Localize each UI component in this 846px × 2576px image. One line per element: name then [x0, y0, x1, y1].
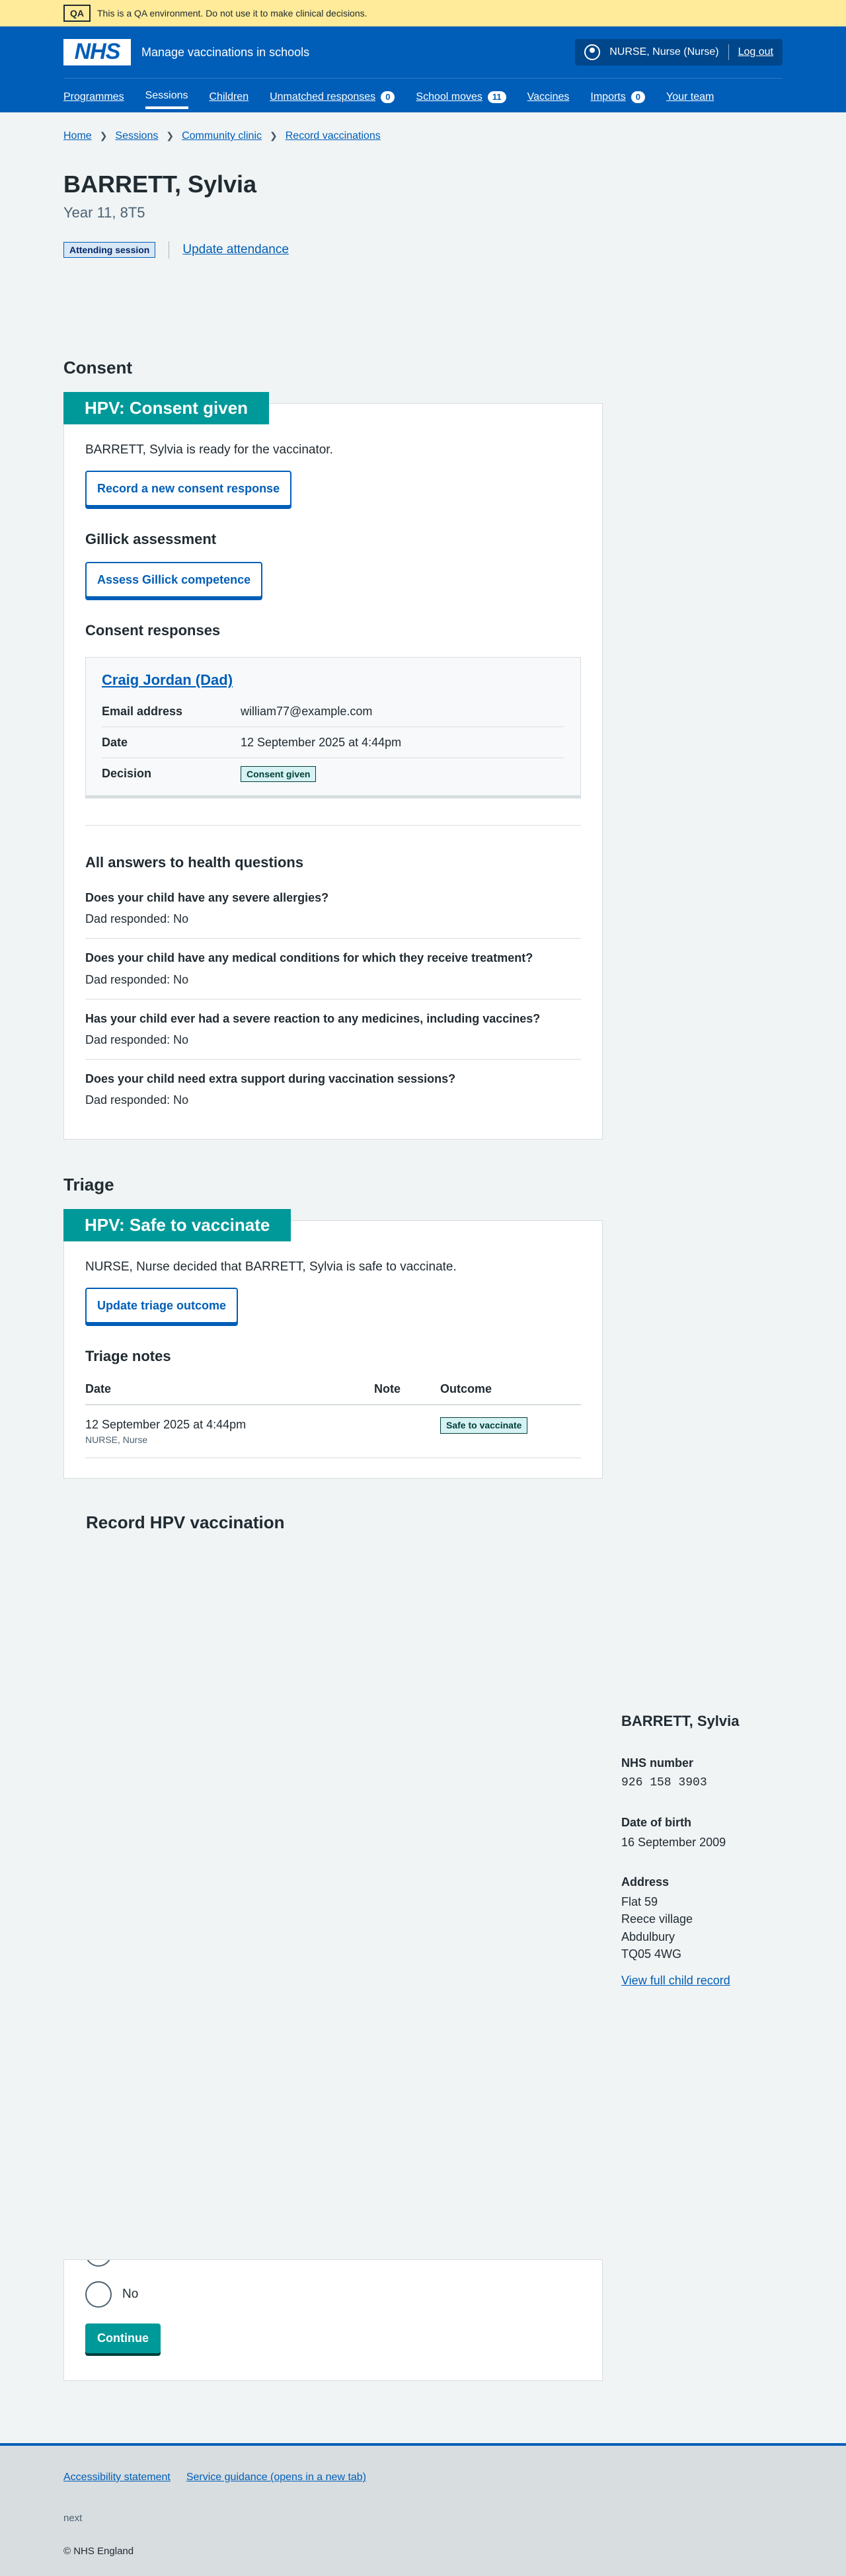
consent-responses-heading: Consent responses — [85, 622, 221, 639]
health-question: Does your child have any medical conditi… — [85, 939, 581, 999]
record-consent-button[interactable]: Record a new consent response — [85, 471, 292, 507]
account-divider — [728, 44, 729, 60]
triage-note — [374, 1405, 440, 1458]
child-summary-sidebar: BARRETT, Sylvia NHS number 926 158 3903 … — [621, 1711, 780, 1989]
nav-children[interactable]: Children — [210, 79, 249, 109]
consent-response-card: Craig Jordan (Dad) Email address william… — [85, 657, 581, 797]
consent-card-title: HPV: Consent given — [63, 391, 270, 425]
health-question: Has your child ever had a severe reactio… — [85, 999, 581, 1060]
breadcrumb-home[interactable]: Home — [63, 128, 92, 143]
date-value: 12 September 2025 at 4:44pm — [241, 736, 402, 749]
date-of-birth: 16 September 2009 — [621, 1836, 726, 1850]
chevron-right-icon: ❯ — [99, 130, 108, 141]
assess-gillick-button[interactable]: Assess Gillick competence — [85, 562, 263, 598]
summary-row: Decision Consent given — [102, 758, 564, 789]
health-question: Does your child need extra support durin… — [85, 1072, 456, 1107]
site-footer: Accessibility statement Service guidance… — [0, 2443, 846, 2576]
column-header: Outcome — [440, 1374, 581, 1406]
nav-your-team[interactable]: Your team — [666, 79, 714, 109]
chevron-right-icon: ❯ — [166, 130, 174, 141]
site-header: NHS Manage vaccinations in schools NURSE… — [0, 26, 846, 112]
primary-nav: Programmes Sessions Children Unmatched r… — [63, 78, 783, 112]
chevron-right-icon: ❯ — [270, 130, 278, 141]
breadcrumb-record-vaccinations[interactable]: Record vaccinations — [286, 128, 381, 143]
vaccination-form-card: No Continue — [63, 2259, 603, 2381]
radio-no[interactable]: No — [85, 2281, 138, 2308]
attendance-tag: Attending session — [63, 241, 156, 258]
triage-card-title: HPV: Safe to vaccinate — [63, 1208, 291, 1242]
radio-yes[interactable] — [85, 2260, 112, 2267]
outcome-tag: Safe to vaccinate — [440, 1417, 528, 1434]
respondent-name-link[interactable]: Craig Jordan (Dad) — [102, 670, 564, 691]
radio-circle[interactable] — [85, 2281, 112, 2308]
nav-programmes[interactable]: Programmes — [63, 79, 124, 109]
qa-tag: QA — [63, 4, 91, 22]
triage-status-text: NURSE, Nurse decided that BARRETT, Sylvi… — [85, 1259, 457, 1274]
radio-circle[interactable] — [85, 2260, 112, 2267]
record-vaccination-heading: Record HPV vaccination — [86, 1512, 285, 1532]
copyright: © NHS England — [63, 2545, 134, 2557]
nav-sessions[interactable]: Sessions — [145, 79, 188, 109]
triage-notes-table: Date Note Outcome 12 September 2025 at 4… — [85, 1374, 581, 1458]
nhs-logo[interactable]: NHS — [63, 39, 131, 65]
update-attendance-link[interactable]: Update attendance — [182, 241, 289, 259]
radio-label: No — [122, 2287, 139, 2302]
column-header: Date — [85, 1374, 374, 1406]
health-question: Does your child have any severe allergie… — [85, 878, 581, 939]
consent-card: HPV: Consent given BARRETT, Sylvia is re… — [63, 391, 603, 1140]
nhs-number: 926 158 3903 — [621, 1776, 707, 1789]
breadcrumb-sessions[interactable]: Sessions — [115, 128, 158, 143]
email-value: william77@example.com — [241, 704, 373, 718]
column-header: Note — [374, 1374, 440, 1406]
view-child-record-link[interactable]: View full child record — [621, 1974, 730, 1987]
breadcrumb: Home ❯ Sessions ❯ Community clinic ❯ Rec… — [63, 112, 783, 143]
triage-author: NURSE, Nurse — [85, 1434, 148, 1446]
account-panel: NURSE, Nurse (Nurse) Log out — [575, 39, 783, 65]
nav-vaccines[interactable]: Vaccines — [527, 79, 570, 109]
service-name[interactable]: Manage vaccinations in schools — [141, 44, 309, 61]
triage-notes-heading: Triage notes — [85, 1348, 171, 1365]
nav-imports[interactable]: Imports 0 — [590, 79, 645, 109]
decision-tag: Consent given — [241, 766, 317, 783]
gillick-heading: Gillick assessment — [85, 531, 217, 548]
divider — [85, 825, 581, 826]
address: Flat 59 Reece village Abdulbury TQ05 4WG — [621, 1895, 693, 1961]
triage-date: 12 September 2025 at 4:44pm — [85, 1418, 247, 1432]
summary-row: Date 12 September 2025 at 4:44pm — [102, 727, 564, 759]
accessibility-link[interactable]: Accessibility statement — [63, 2470, 171, 2485]
nav-unmatched-responses[interactable]: Unmatched responses 0 — [270, 79, 395, 109]
footer-meta: next — [63, 2513, 83, 2524]
patient-caption: Year 11, 8T5 — [63, 204, 145, 221]
count-badge: 0 — [381, 91, 395, 104]
user-name: NURSE, Nurse (Nurse) — [609, 46, 719, 58]
count-badge: 0 — [631, 91, 645, 104]
main-content: Home ❯ Sessions ❯ Community clinic ❯ Rec… — [63, 112, 783, 1535]
count-badge: 11 — [487, 91, 506, 104]
triage-card: HPV: Safe to vaccinate NURSE, Nurse deci… — [63, 1208, 603, 1479]
service-guidance-link[interactable]: Service guidance (opens in a new tab) — [186, 2470, 366, 2485]
qa-banner: QA This is a QA environment. Do not use … — [0, 0, 846, 26]
sidebar-child-name: BARRETT, Sylvia — [621, 1713, 740, 1729]
user-icon — [584, 44, 601, 60]
summary-row: Email address william77@example.com — [102, 696, 564, 727]
nav-school-moves[interactable]: School moves 11 — [416, 79, 506, 109]
logout-link[interactable]: Log out — [738, 44, 773, 59]
health-questions-heading: All answers to health questions — [85, 854, 304, 871]
update-triage-button[interactable]: Update triage outcome — [85, 1288, 239, 1324]
table-row: 12 September 2025 at 4:44pm NURSE, Nurse … — [85, 1405, 581, 1458]
qa-message: This is a QA environment. Do not use it … — [97, 7, 367, 19]
consent-heading: Consent — [63, 357, 132, 377]
page-title: BARRETT, Sylvia — [63, 171, 257, 198]
consent-status-text: BARRETT, Sylvia is ready for the vaccina… — [85, 442, 333, 457]
breadcrumb-community-clinic[interactable]: Community clinic — [182, 128, 262, 143]
continue-button[interactable]: Continue — [85, 2323, 161, 2353]
triage-heading: Triage — [63, 1175, 114, 1195]
